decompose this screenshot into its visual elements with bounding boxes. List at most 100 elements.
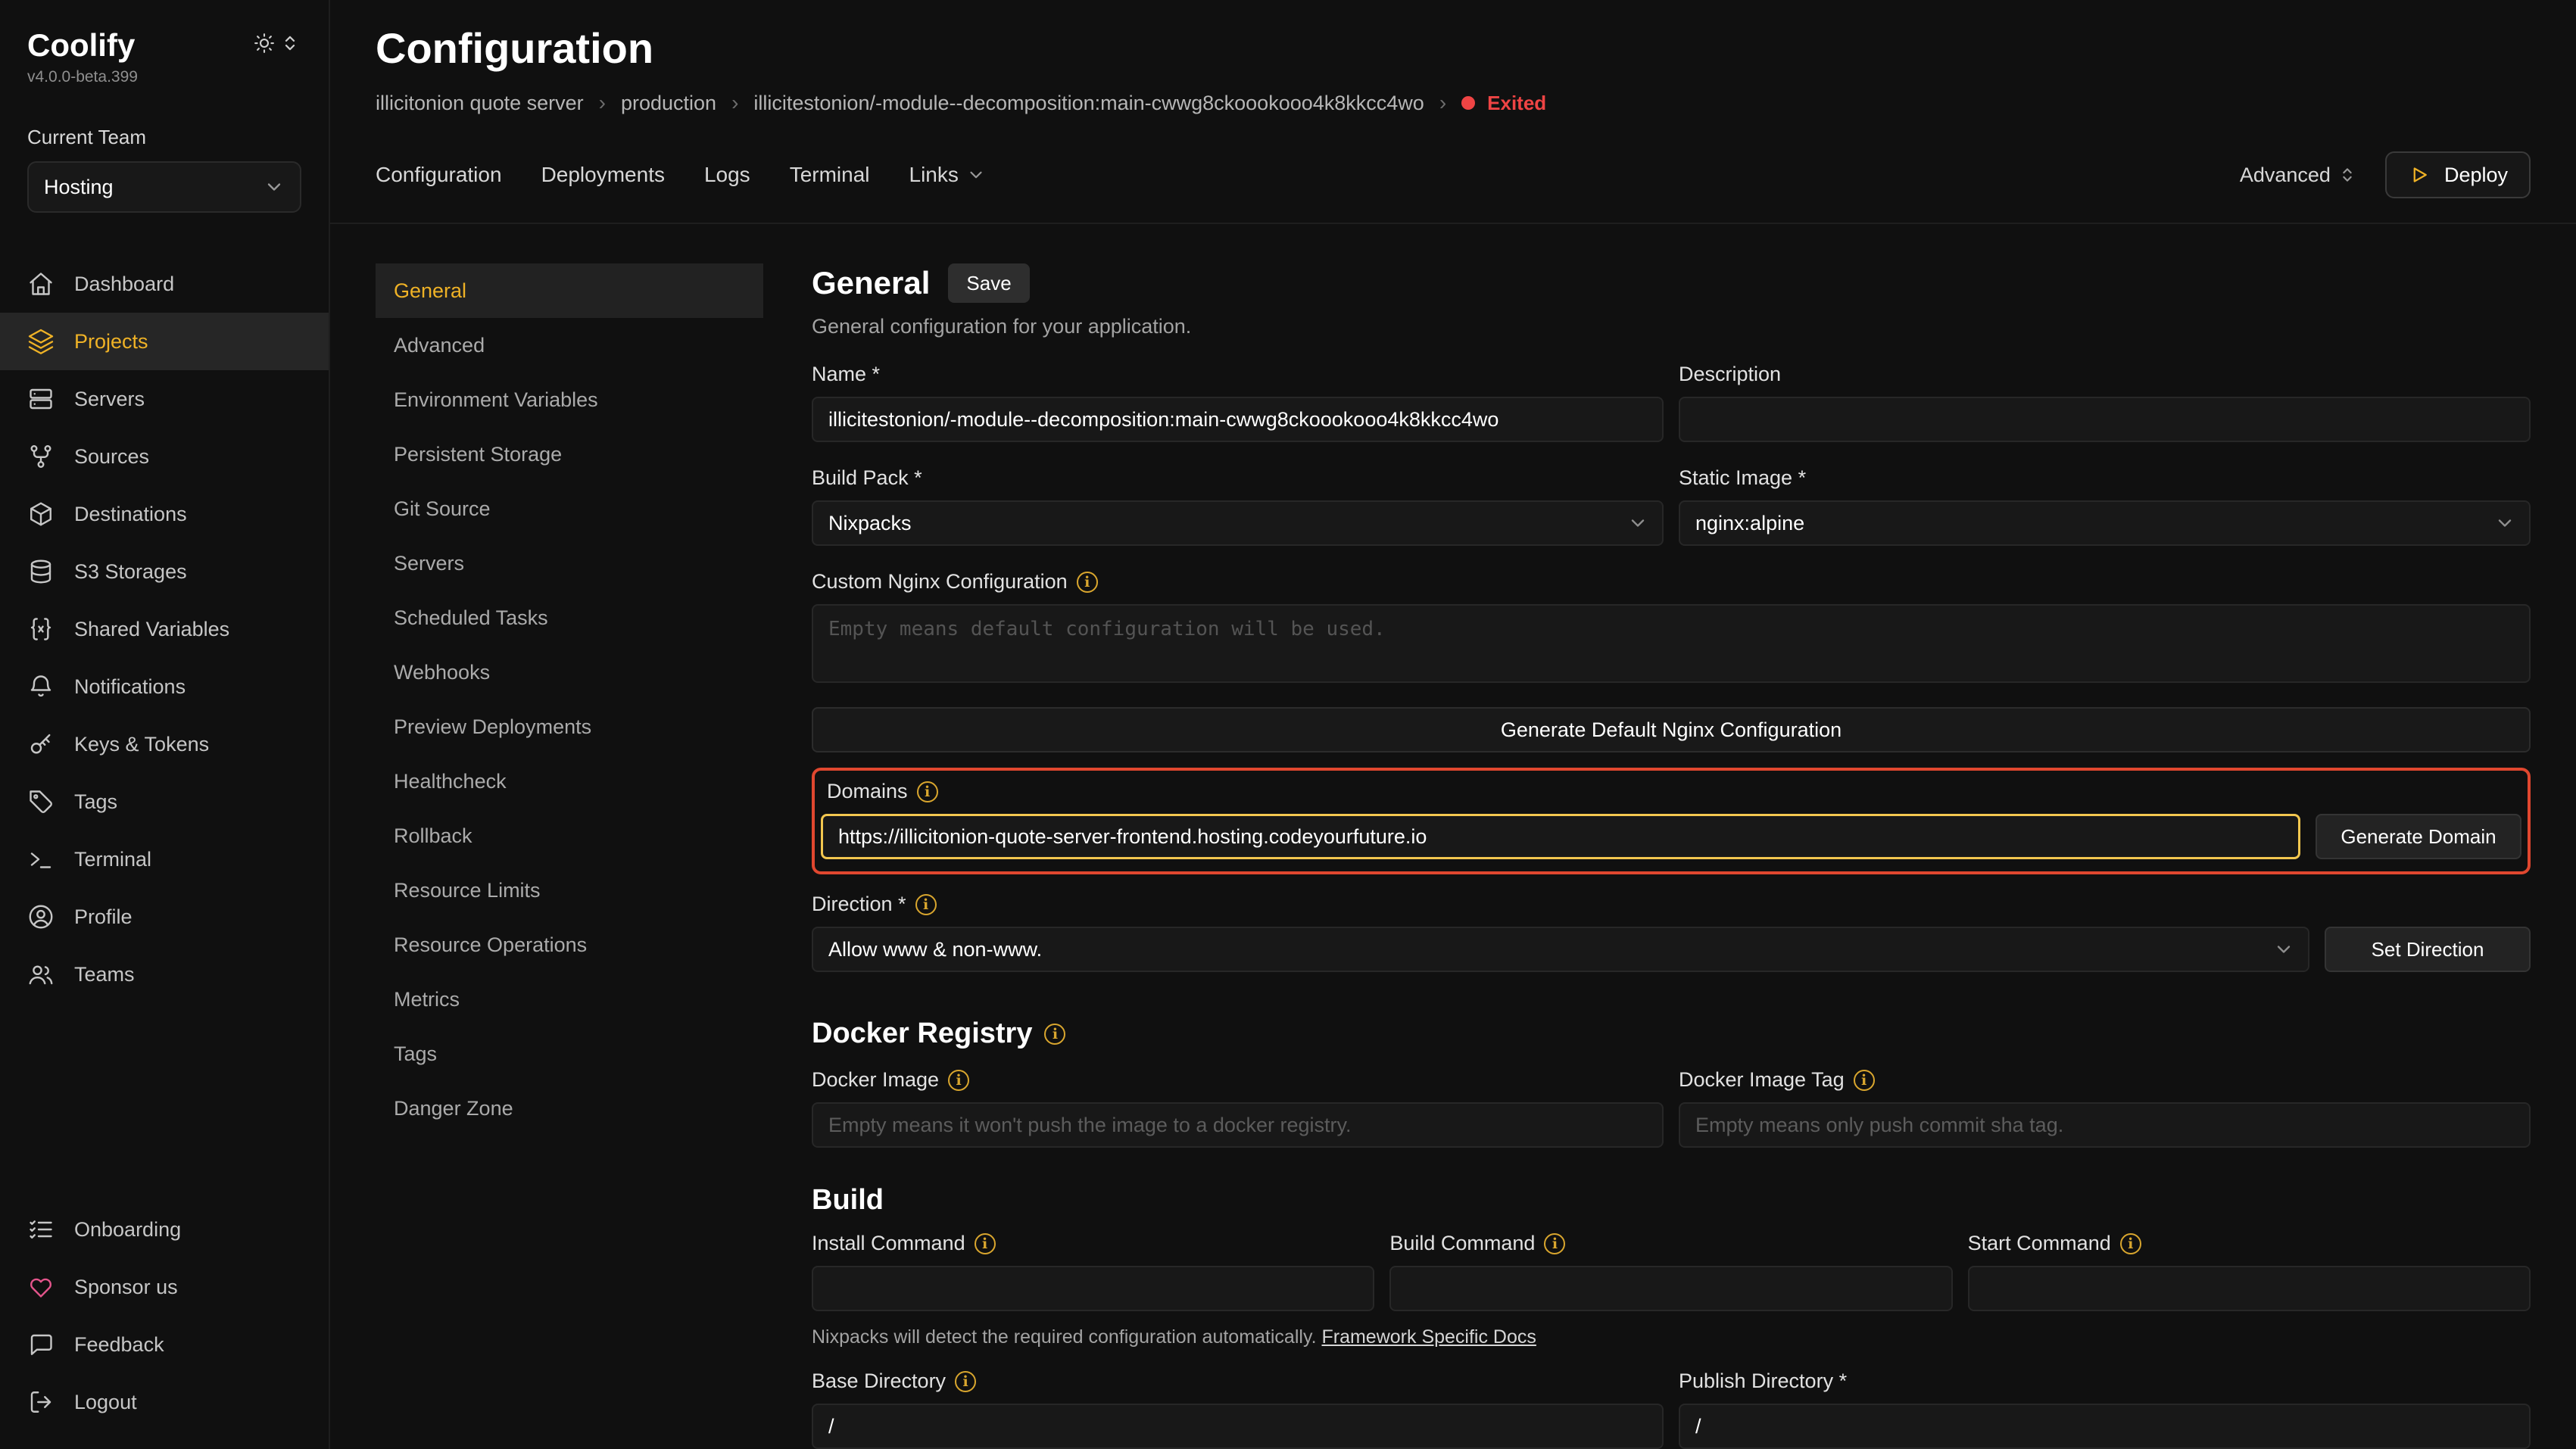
domains-row: Generate Domain xyxy=(821,814,2521,859)
sidebar-item-notifications[interactable]: Notifications xyxy=(0,658,329,715)
subnav-item-resource-limits[interactable]: Resource Limits xyxy=(376,863,763,918)
info-icon[interactable]: i xyxy=(975,1233,996,1254)
tab-deployments[interactable]: Deployments xyxy=(541,163,665,187)
sidebar-item-onboarding[interactable]: Onboarding xyxy=(0,1201,329,1258)
info-icon[interactable]: i xyxy=(915,894,937,915)
sidebar-item-label: Sponsor us xyxy=(74,1276,178,1299)
subnav-item-webhooks[interactable]: Webhooks xyxy=(376,645,763,700)
subnav-item-general[interactable]: General xyxy=(376,263,763,318)
sidebar-item-label: Servers xyxy=(74,388,145,411)
publish-directory-label: Publish Directory * xyxy=(1679,1370,2531,1393)
build-heading: Build xyxy=(812,1184,2531,1217)
sidebar-item-sources[interactable]: Sources xyxy=(0,428,329,485)
install-command-input[interactable] xyxy=(812,1266,1374,1311)
base-directory-input[interactable] xyxy=(812,1404,1664,1449)
info-icon[interactable]: i xyxy=(1854,1070,1875,1091)
subnav-item-servers[interactable]: Servers xyxy=(376,536,763,591)
tab-links[interactable]: Links xyxy=(909,163,986,187)
subnav-item-danger-zone[interactable]: Danger Zone xyxy=(376,1081,763,1136)
subnav-item-rollback[interactable]: Rollback xyxy=(376,809,763,863)
team-select[interactable]: Hosting xyxy=(27,161,301,213)
sidebar-item-terminal[interactable]: Terminal xyxy=(0,830,329,888)
chevrons-up-down-icon xyxy=(279,32,301,55)
subnav-item-scheduled-tasks[interactable]: Scheduled Tasks xyxy=(376,591,763,645)
info-icon[interactable]: i xyxy=(955,1371,976,1392)
subnav-item-advanced[interactable]: Advanced xyxy=(376,318,763,372)
breadcrumb-environment[interactable]: production xyxy=(621,92,716,115)
domains-highlight-box: Domains i Generate Domain xyxy=(812,768,2531,874)
sidebar-item-keys-tokens[interactable]: Keys & Tokens xyxy=(0,715,329,773)
breadcrumb: illicitonion quote server › production ›… xyxy=(376,91,2531,115)
info-icon[interactable]: i xyxy=(948,1070,969,1091)
sidebar-item-teams[interactable]: Teams xyxy=(0,946,329,1003)
theme-toggle[interactable] xyxy=(253,32,301,55)
sidebar-item-servers[interactable]: Servers xyxy=(0,370,329,428)
start-command-label: Start Command i xyxy=(1968,1232,2531,1255)
subnav-item-healthcheck[interactable]: Healthcheck xyxy=(376,754,763,809)
general-heading: General xyxy=(812,265,930,301)
nginx-config-label: Custom Nginx Configuration i xyxy=(812,570,2531,594)
subnav-item-git-source[interactable]: Git Source xyxy=(376,481,763,536)
breadcrumb-application[interactable]: illicitestonion/-module--decomposition:m… xyxy=(753,92,1424,115)
sidebar-item-label: Onboarding xyxy=(74,1218,181,1242)
sidebar-item-destinations[interactable]: Destinations xyxy=(0,485,329,543)
docker-image-tag-input[interactable] xyxy=(1679,1102,2531,1148)
direction-select[interactable]: Allow www & non-www. xyxy=(812,927,2309,972)
publish-directory-input[interactable] xyxy=(1679,1404,2531,1449)
docker-image-input[interactable] xyxy=(812,1102,1664,1148)
logout-icon xyxy=(27,1388,55,1416)
breadcrumb-project[interactable]: illicitonion quote server xyxy=(376,92,584,115)
start-command-input[interactable] xyxy=(1968,1266,2531,1311)
info-icon[interactable]: i xyxy=(1044,1024,1065,1045)
sidebar-item-sponsor[interactable]: Sponsor us xyxy=(0,1258,329,1316)
sidebar-item-profile[interactable]: Profile xyxy=(0,888,329,946)
subnav-item-preview-deployments[interactable]: Preview Deployments xyxy=(376,700,763,754)
deploy-button[interactable]: Deploy xyxy=(2385,151,2531,198)
subnav-item-resource-operations[interactable]: Resource Operations xyxy=(376,918,763,972)
advanced-dropdown[interactable]: Advanced xyxy=(2240,164,2358,187)
framework-docs-link[interactable]: Framework Specific Docs xyxy=(1321,1326,1536,1348)
info-icon[interactable]: i xyxy=(1077,572,1098,593)
nginx-config-textarea[interactable] xyxy=(812,604,2531,683)
coolify-app: Coolify v4.0.0-beta.399 Current Team Hos… xyxy=(0,0,2576,1449)
general-section-head: General Save xyxy=(812,263,2531,303)
generate-domain-button[interactable]: Generate Domain xyxy=(2316,814,2521,859)
sidebar-item-label: Teams xyxy=(74,963,135,986)
build-command-input[interactable] xyxy=(1389,1266,1952,1311)
domains-label: Domains i xyxy=(827,780,2521,803)
sidebar-item-label: Terminal xyxy=(74,848,151,871)
tab-logs[interactable]: Logs xyxy=(704,163,750,187)
sidebar-item-tags[interactable]: Tags xyxy=(0,773,329,830)
sidebar-item-feedback[interactable]: Feedback xyxy=(0,1316,329,1373)
app-logo: Coolify xyxy=(27,27,135,64)
domains-label-text: Domains xyxy=(827,780,908,803)
subnav-item-persistent-storage[interactable]: Persistent Storage xyxy=(376,427,763,481)
home-icon xyxy=(27,270,55,298)
build-pack-select[interactable]: Nixpacks xyxy=(812,500,1664,546)
tab-configuration[interactable]: Configuration xyxy=(376,163,502,187)
sidebar-item-projects[interactable]: Projects xyxy=(0,313,329,370)
tab-label: Terminal xyxy=(790,163,870,187)
checklist-icon xyxy=(27,1216,55,1243)
generate-nginx-button[interactable]: Generate Default Nginx Configuration xyxy=(812,707,2531,753)
sidebar-item-dashboard[interactable]: Dashboard xyxy=(0,255,329,313)
sidebar-item-s3-storages[interactable]: S3 Storages xyxy=(0,543,329,600)
subnav-item-metrics[interactable]: Metrics xyxy=(376,972,763,1027)
direction-field: Direction * i Allow www & non-www. Set D… xyxy=(812,893,2531,972)
info-icon[interactable]: i xyxy=(1544,1233,1565,1254)
sidebar-item-logout[interactable]: Logout xyxy=(0,1373,329,1431)
info-icon[interactable]: i xyxy=(917,781,938,802)
subnav-item-environment-variables[interactable]: Environment Variables xyxy=(376,372,763,427)
domains-input[interactable] xyxy=(821,814,2300,859)
info-icon[interactable]: i xyxy=(2120,1233,2141,1254)
sidebar-item-label: Logout xyxy=(74,1391,137,1414)
heart-icon xyxy=(27,1273,55,1301)
name-input[interactable] xyxy=(812,397,1664,442)
set-direction-button[interactable]: Set Direction xyxy=(2325,927,2531,972)
save-button[interactable]: Save xyxy=(948,263,1029,303)
subnav-item-tags[interactable]: Tags xyxy=(376,1027,763,1081)
tab-terminal[interactable]: Terminal xyxy=(790,163,870,187)
description-input[interactable] xyxy=(1679,397,2531,442)
sidebar-item-shared-variables[interactable]: Shared Variables xyxy=(0,600,329,658)
static-image-select[interactable]: nginx:alpine xyxy=(1679,500,2531,546)
